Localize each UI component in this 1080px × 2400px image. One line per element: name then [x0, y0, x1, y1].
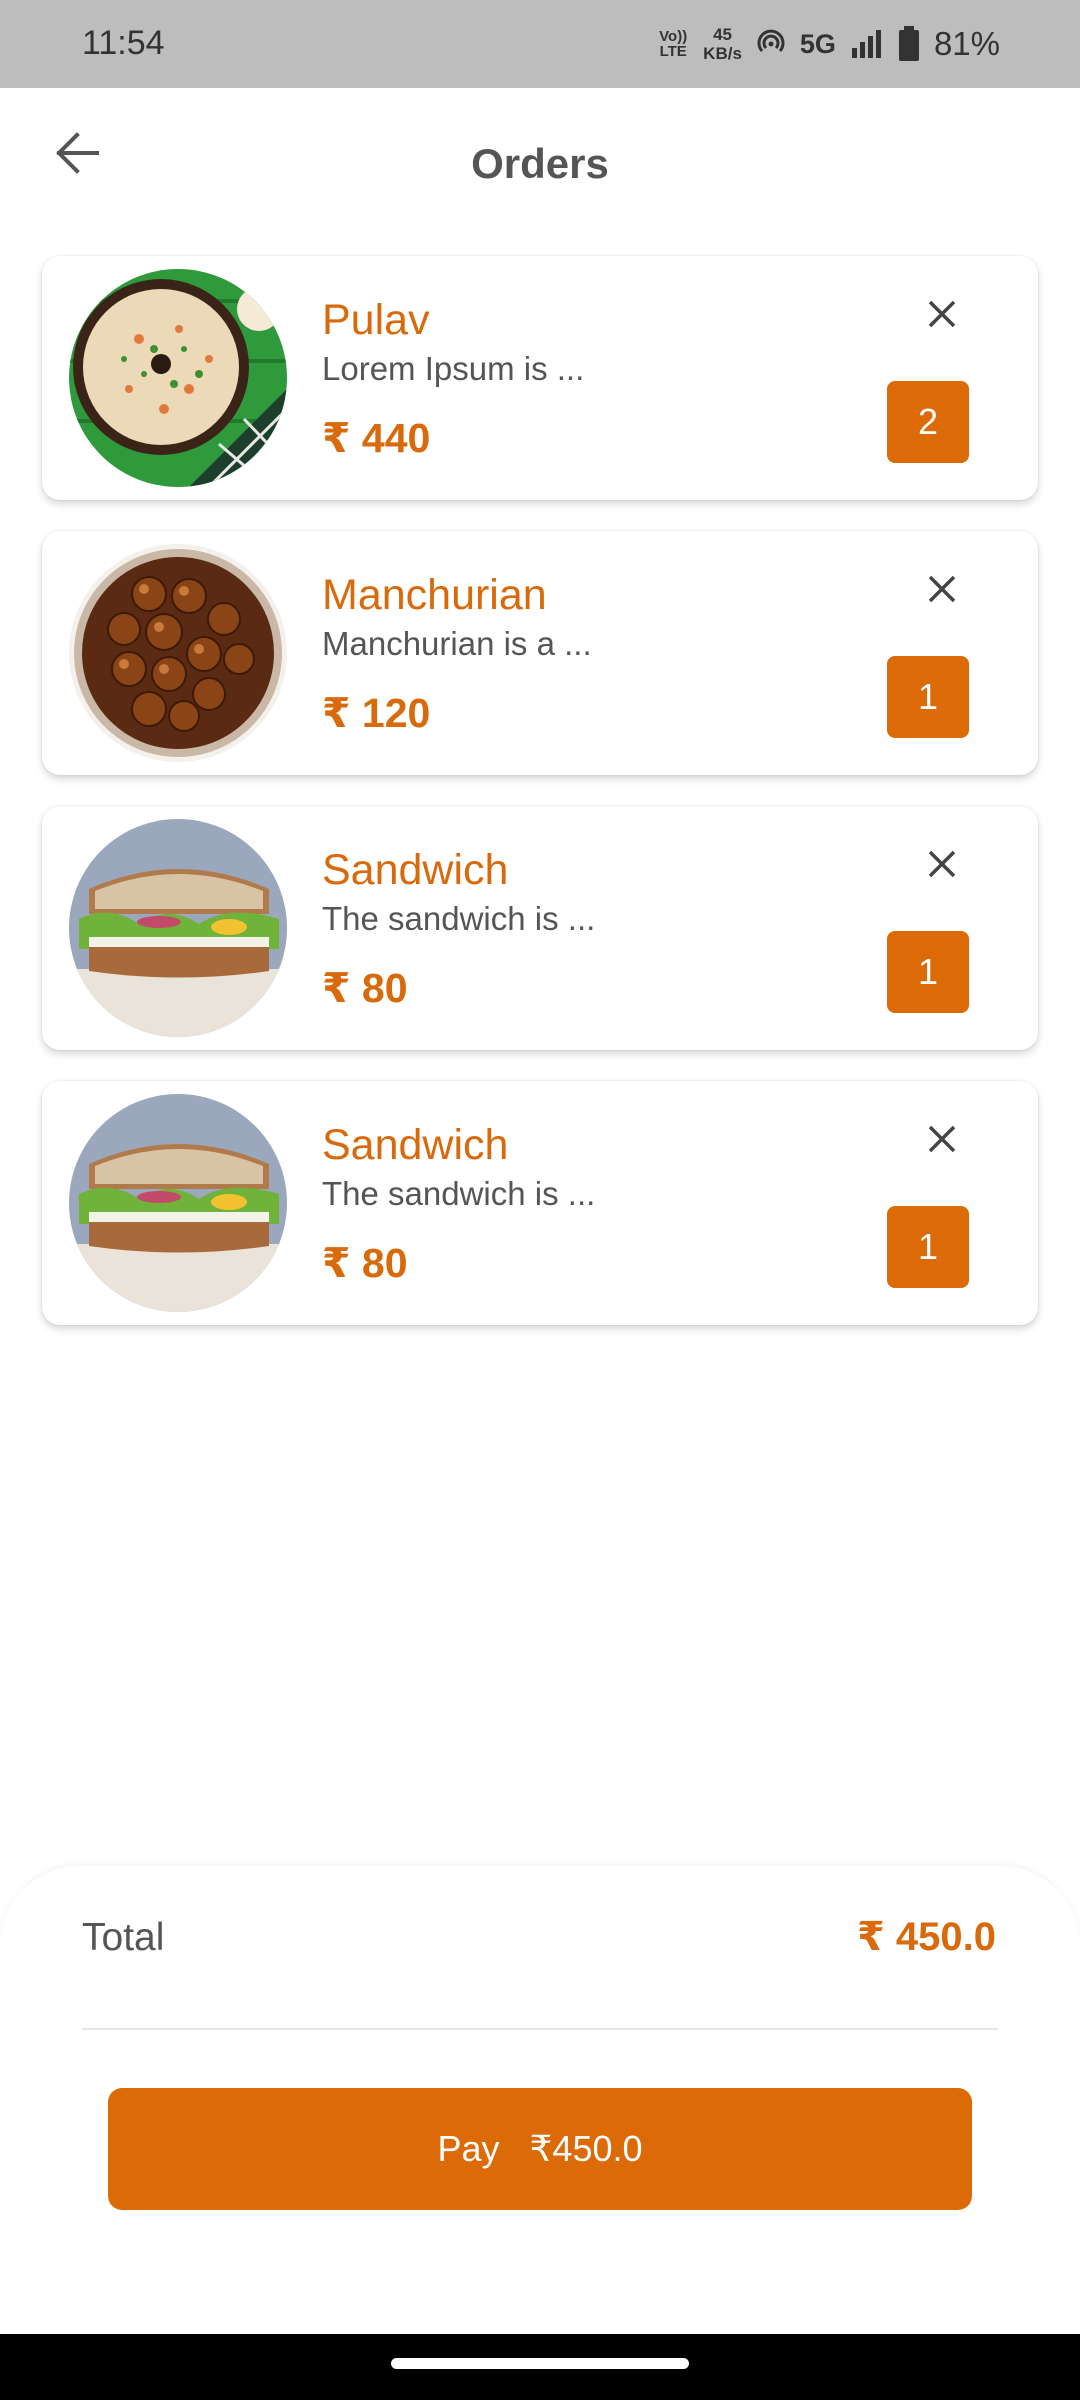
close-icon	[928, 300, 956, 328]
order-card[interactable]: Sandwich The sandwich is ... ₹ 80 1	[42, 806, 1038, 1050]
dish-description: The sandwich is ...	[322, 1175, 596, 1212]
close-icon	[928, 575, 956, 603]
quantity-button[interactable]: 1	[887, 931, 969, 1013]
network-type: 5G	[799, 28, 836, 59]
dish-price: ₹ 80	[322, 1240, 408, 1286]
dish-name: Sandwich	[322, 1121, 509, 1169]
dish-name: Manchurian	[322, 571, 547, 619]
page-title: Orders	[471, 140, 609, 187]
quantity-button[interactable]: 1	[887, 1206, 969, 1288]
close-icon	[928, 1125, 956, 1153]
total-label: Total	[82, 1916, 165, 1959]
status-icons: Vo)) LTE 45 KB/s 5G 81%	[657, 20, 1000, 68]
dish-price: ₹ 80	[322, 965, 408, 1011]
close-icon	[928, 850, 956, 878]
dish-image-manchurian	[69, 544, 287, 762]
total-value: ₹ 450.0	[856, 1915, 996, 1959]
dish-description: Manchurian is a ...	[322, 625, 592, 662]
pay-button[interactable]: Pay ₹450.0	[108, 2088, 972, 2210]
quantity-button[interactable]: 1	[887, 656, 969, 738]
status-bar: 11:54 Vo)) LTE 45 KB/s 5G 81%	[0, 0, 1080, 88]
battery-icon	[898, 26, 919, 61]
battery-percent: 81%	[933, 25, 1000, 62]
divider	[82, 2028, 998, 2030]
dish-image-pulav	[69, 269, 287, 487]
dish-price: ₹ 120	[322, 690, 431, 736]
system-nav-bar	[0, 2334, 1080, 2400]
dish-description: Lorem Ipsum is ...	[322, 350, 585, 387]
order-card[interactable]: Pulav Lorem Ipsum is ... ₹ 440 2	[42, 256, 1038, 500]
dish-name: Sandwich	[322, 846, 509, 894]
status-time: 11:54	[82, 24, 165, 62]
order-card[interactable]: Manchurian Manchurian is a ... ₹ 120 1	[42, 531, 1038, 775]
app-bar: Orders	[0, 88, 1080, 242]
remove-item-button[interactable]	[922, 294, 962, 334]
remove-item-button[interactable]	[922, 844, 962, 884]
dish-image-sandwich	[69, 819, 287, 1037]
hotspot-icon	[757, 29, 785, 52]
volte-icon: Vo)) LTE	[659, 28, 688, 60]
data-speed: 45 KB/s	[703, 25, 742, 63]
dish-name: Pulav	[322, 296, 430, 344]
remove-item-button[interactable]	[922, 1119, 962, 1159]
dish-image-sandwich	[69, 1094, 287, 1312]
dish-description: The sandwich is ...	[322, 900, 596, 937]
pay-amount: ₹450.0	[529, 2128, 643, 2169]
checkout-sheet: Total ₹ 450.0 Pay ₹450.0	[0, 1866, 1080, 2334]
remove-item-button[interactable]	[922, 569, 962, 609]
home-indicator[interactable]	[391, 2358, 689, 2369]
signal-icon	[851, 30, 881, 58]
order-card[interactable]: Sandwich The sandwich is ... ₹ 80 1	[42, 1081, 1038, 1325]
dish-price: ₹ 440	[322, 415, 431, 461]
quantity-button[interactable]: 2	[887, 381, 969, 463]
pay-label: Pay	[437, 2128, 500, 2169]
